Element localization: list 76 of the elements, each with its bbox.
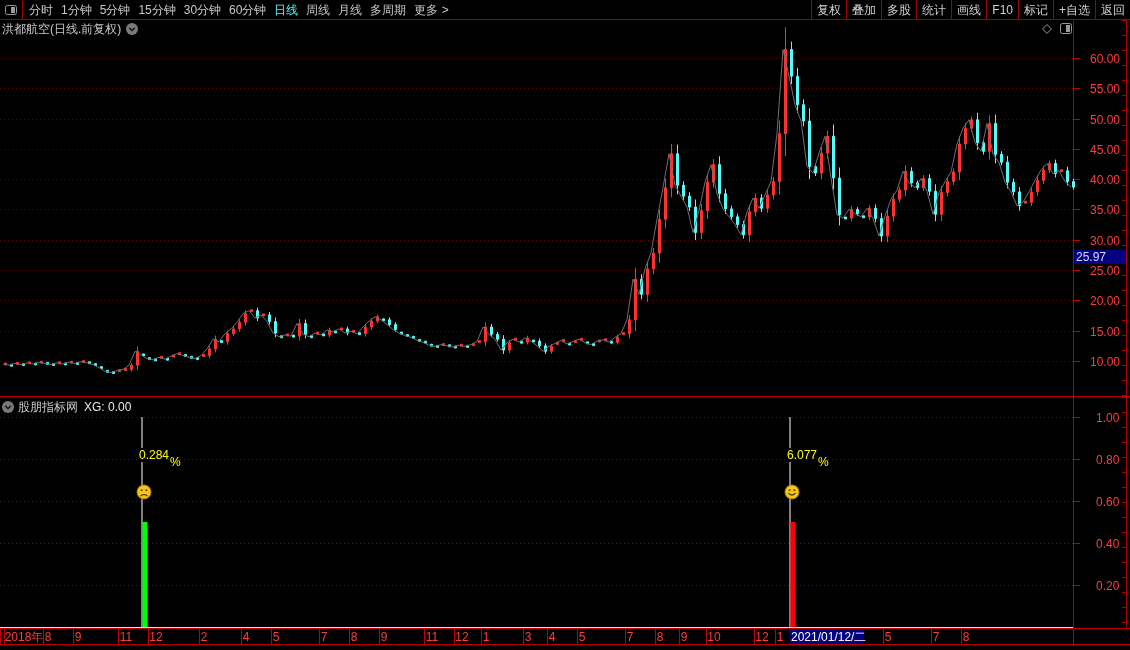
axis-label: 11 <box>119 630 133 644</box>
axis-label: 10.00 <box>1090 354 1121 369</box>
period-tab[interactable]: 更多 > <box>410 0 453 19</box>
axis-label: 9 <box>380 630 388 644</box>
axis-label: 40.00 <box>1090 172 1121 187</box>
axis-label: 8 <box>350 630 358 644</box>
axis-label: 10 <box>707 630 721 644</box>
axis-label: 3 <box>524 630 532 644</box>
axis-label: 8 <box>656 630 664 644</box>
axis-label: 9 <box>680 630 688 644</box>
axis-label: 60.00 <box>1090 51 1121 66</box>
period-tab[interactable]: 1分钟 <box>57 0 96 19</box>
panel-icon <box>5 4 17 15</box>
chart-title: 洪都航空(日线.前复权) <box>2 21 122 37</box>
percent-value: 6.077 <box>787 448 818 462</box>
diamond-icon[interactable] <box>1042 23 1052 34</box>
chevron-down-icon[interactable] <box>2 401 14 413</box>
axis-label: 5 <box>578 630 586 644</box>
axis-label: 1 <box>482 630 490 644</box>
axis-label: 0.20 <box>1096 578 1120 593</box>
axis-label: 2018年 <box>4 630 44 644</box>
period-tab[interactable]: 15分钟 <box>134 0 180 19</box>
axis-label: 0.60 <box>1096 494 1120 509</box>
indicator-name: 股朋指标网 <box>18 399 78 415</box>
axis-label: 2 <box>200 630 208 644</box>
axis-label: 5 <box>884 630 892 644</box>
axis-label: 25.00 <box>1090 263 1121 278</box>
toolbar-button[interactable]: 画线 <box>951 0 987 19</box>
toolbar-button[interactable]: 标记 <box>1018 0 1053 19</box>
axis-label: 50.00 <box>1090 112 1121 127</box>
axis-label: 12 <box>755 630 769 644</box>
axis-label: 4 <box>548 630 556 644</box>
toolbar-button[interactable]: 多股 <box>881 0 917 19</box>
toolbar-button[interactable]: 返回 <box>1095 0 1130 19</box>
toolbar-button[interactable]: F10 <box>986 0 1018 19</box>
percent-value: 0.284 <box>139 448 170 462</box>
percent-sign: % <box>818 455 829 469</box>
period-tab[interactable]: 多周期 <box>366 0 411 19</box>
axis-label: 12 <box>149 630 163 644</box>
axis-label: 35.00 <box>1090 202 1121 217</box>
period-tab[interactable]: 分时 <box>25 0 57 19</box>
price-marker: 25.97 <box>1074 250 1126 264</box>
axis-label: 12 <box>455 630 469 644</box>
period-tab[interactable]: 周线 <box>302 0 335 19</box>
axis-label: 0.40 <box>1096 536 1120 551</box>
toolbar-button[interactable]: 复权 <box>811 0 847 19</box>
indicator-reading: XG: 0.00 <box>84 399 132 415</box>
axis-label: 7 <box>626 630 634 644</box>
period-tab[interactable]: 5分钟 <box>95 0 135 19</box>
period-tab[interactable]: 60分钟 <box>225 0 271 19</box>
axis-label: 8 <box>44 630 52 644</box>
axis-label: 30.00 <box>1090 233 1121 248</box>
percent-sign: % <box>170 455 181 469</box>
axis-label: 1 <box>776 630 784 644</box>
period-tab[interactable]: 30分钟 <box>179 0 226 19</box>
axis-label: 11 <box>425 630 439 644</box>
toolbar-button[interactable]: +自选 <box>1053 0 1095 19</box>
cursor-date-label: 2021/01/12/二 <box>789 629 867 644</box>
axis-label: 7 <box>932 630 940 644</box>
axis-label: 7 <box>320 630 328 644</box>
axis-label: 15.00 <box>1090 324 1121 339</box>
axis-label: 5 <box>272 630 280 644</box>
axis-label: 0.80 <box>1096 452 1120 467</box>
axis-label: 55.00 <box>1090 81 1121 96</box>
axis-label: 8 <box>962 630 970 644</box>
axis-label: 45.00 <box>1090 142 1121 157</box>
panel-icon[interactable] <box>1060 23 1072 34</box>
toolbar-button[interactable]: 叠加 <box>846 0 882 19</box>
axis-label: 4 <box>242 630 250 644</box>
chevron-down-icon[interactable] <box>126 23 139 35</box>
period-tab[interactable]: 日线 <box>270 0 303 19</box>
toolbar-button[interactable]: 统计 <box>916 0 952 19</box>
axis-label: 20.00 <box>1090 293 1121 308</box>
period-tab[interactable]: 月线 <box>334 0 367 19</box>
axis-label: 1.00 <box>1096 410 1120 425</box>
axis-label: 9 <box>74 630 82 644</box>
